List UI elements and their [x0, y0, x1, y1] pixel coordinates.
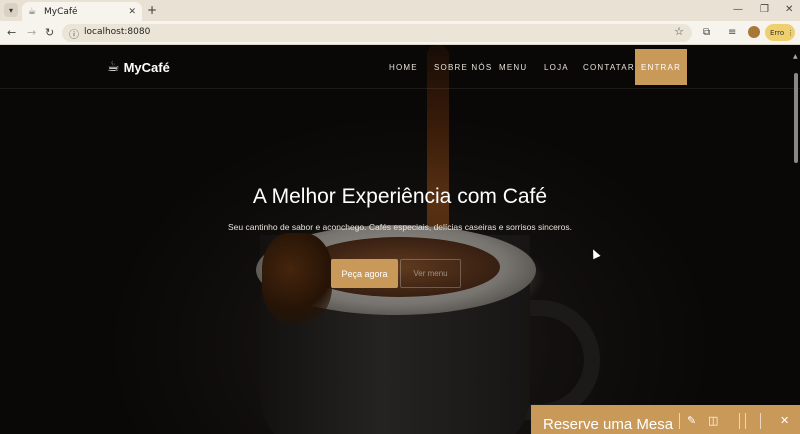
toolbar-divider — [760, 413, 761, 429]
page-scrollbar-thumb[interactable] — [794, 73, 798, 163]
restore-icon[interactable]: ❐ — [760, 3, 769, 17]
extensions-icon[interactable]: ⧉ — [703, 26, 710, 40]
info-icon[interactable]: ⓘ — [69, 26, 79, 41]
toolbar-divider — [745, 413, 746, 429]
profile-error-label: Erro — [770, 28, 785, 37]
profile-avatar[interactable] — [748, 26, 760, 38]
order-now-button[interactable]: Peça agora — [331, 259, 398, 288]
view-menu-button[interactable]: Ver menu — [400, 259, 461, 288]
brand-name: MyCafé — [123, 59, 170, 75]
chevron-down-icon: ▾ — [8, 5, 13, 15]
forward-icon[interactable]: → — [27, 26, 36, 40]
tab-title: MyCafé — [44, 6, 78, 17]
scroll-up-arrow-icon[interactable]: ▲ — [793, 53, 798, 60]
coffee-favicon-icon: ☕ — [28, 6, 37, 17]
brand-logo[interactable]: ☕ MyCafé — [107, 59, 170, 75]
nav-contatar[interactable]: CONTATAR — [583, 63, 635, 72]
profile-error-pill[interactable]: Erro ⋮ — [765, 24, 795, 41]
browser-tab[interactable]: ☕ MyCafé ✕ — [22, 2, 142, 21]
site-navbar: ☕ MyCafé HOME SOBRE NÓS MENU LOJA CONTAT… — [0, 45, 800, 89]
new-tab-button[interactable]: + — [147, 3, 157, 17]
close-window-icon[interactable]: ✕ — [785, 3, 793, 17]
address-bar[interactable]: ⓘ localhost:8080 ☆ — [62, 24, 692, 42]
entrar-button[interactable]: ENTRAR — [635, 49, 687, 85]
tab-search-button[interactable]: ▾ — [4, 3, 18, 17]
hero-overlay — [0, 45, 800, 434]
close-tab-icon[interactable]: ✕ — [128, 7, 136, 17]
nav-loja[interactable]: LOJA — [544, 63, 569, 72]
nav-menu[interactable]: MENU — [499, 63, 527, 72]
toolbar-divider — [739, 413, 740, 429]
kebab-menu-icon: ⋮ — [787, 28, 795, 37]
browser-tabstrip: ▾ ☕ MyCafé ✕ + — ❐ ✕ — [0, 0, 800, 21]
close-icon[interactable]: ✕ — [780, 414, 789, 428]
coffee-cup-icon: ☕ — [107, 59, 120, 75]
reserve-title: Reserve uma Mesa — [543, 416, 674, 433]
star-icon[interactable]: ☆ — [674, 25, 684, 38]
url-text: localhost:8080 — [84, 27, 151, 37]
reload-icon[interactable]: ↻ — [45, 26, 54, 40]
pencil-icon[interactable]: ✎ — [687, 414, 696, 428]
minimize-icon[interactable]: — — [733, 3, 743, 17]
back-icon[interactable]: ← — [7, 26, 16, 40]
toolbar-divider — [679, 413, 680, 429]
page-viewport: ☕ MyCafé HOME SOBRE NÓS MENU LOJA CONTAT… — [0, 45, 800, 434]
hero-subtitle: Seu cantinho de sabor e aconchego. Cafés… — [228, 222, 572, 232]
reserve-table-bar[interactable]: Reserve uma Mesa ✎ ◫ ✕ — [531, 405, 800, 434]
browser-toolbar: ← → ↻ ⓘ localhost:8080 ☆ ⧉ ≡ Erro ⋮ — [0, 21, 800, 45]
nav-sobre-nos[interactable]: SOBRE NÓS — [434, 63, 492, 72]
nav-home[interactable]: HOME — [389, 63, 418, 72]
hero-title: A Melhor Experiência com Café — [252, 185, 548, 208]
media-icon[interactable]: ≡ — [728, 26, 736, 40]
camera-icon[interactable]: ◫ — [708, 414, 718, 428]
